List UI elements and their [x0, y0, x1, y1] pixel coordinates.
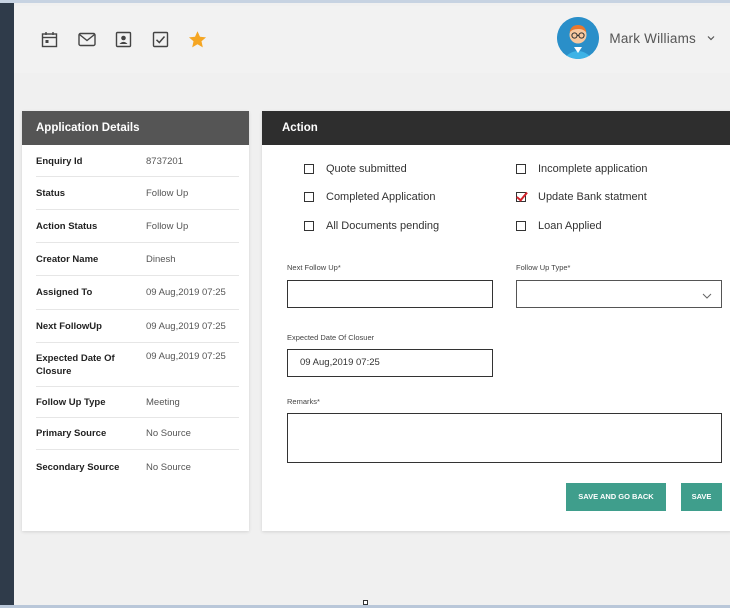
follow-up-type-select[interactable]: [516, 280, 722, 308]
detail-value: No Source: [146, 428, 191, 439]
checkbox-loan-applied[interactable]: Loan Applied: [516, 220, 602, 232]
star-icon[interactable]: [188, 30, 207, 49]
checkbox[interactable]: [304, 192, 314, 202]
detail-row-enquiry-id: Enquiry Id 8737201: [36, 147, 239, 177]
detail-label: Action Status: [36, 220, 98, 232]
checkbox-completed-application[interactable]: Completed Application: [304, 191, 435, 203]
top-icon-bar: [40, 30, 207, 49]
detail-value: Follow Up: [146, 187, 189, 199]
action-panel: Action Quote submitted Incomplete applic…: [262, 111, 730, 531]
detail-label: Assigned To: [36, 287, 93, 298]
checkbox[interactable]: [516, 164, 526, 174]
expected-closure-label: Expected Date Of Closuer: [287, 333, 375, 342]
next-follow-up-label: Next Follow Up*: [287, 263, 341, 272]
detail-label: Follow Up Type: [36, 396, 106, 408]
detail-row-assigned-to: Assigned To 09 Aug,2019 07:25: [36, 276, 239, 310]
detail-value: Follow Up: [146, 220, 189, 232]
detail-value: 09 Aug,2019 07:25: [146, 351, 226, 362]
detail-row-creator-name: Creator Name Dinesh: [36, 243, 239, 276]
checkbox-incomplete-application[interactable]: Incomplete application: [516, 163, 647, 175]
checkbox[interactable]: [516, 221, 526, 231]
left-sidebar: [0, 3, 14, 605]
checkbox-all-documents-pending[interactable]: All Documents pending: [304, 220, 439, 232]
checkbox-checked[interactable]: [516, 192, 526, 202]
detail-label: Enquiry Id: [36, 156, 83, 167]
detail-value: No Source: [146, 461, 191, 473]
application-details-title: Application Details: [22, 111, 249, 145]
expected-closure-input[interactable]: 09 Aug,2019 07:25: [287, 349, 493, 377]
detail-label: Creator Name: [36, 253, 99, 265]
checkbox-label: Loan Applied: [538, 220, 602, 232]
checkbox-label: Completed Application: [326, 191, 436, 203]
user-menu[interactable]: Mark Williams: [557, 17, 716, 59]
save-and-go-back-button[interactable]: SAVE AND GO BACK: [566, 483, 666, 511]
calendar-icon[interactable]: [40, 30, 59, 49]
save-button[interactable]: SAVE: [681, 483, 722, 511]
detail-row-expected-closure: Expected Date Of Closure 09 Aug,2019 07:…: [36, 343, 239, 387]
detail-label: Expected Date Of Closure: [36, 352, 115, 377]
checkbox[interactable]: [304, 164, 314, 174]
details-list: Enquiry Id 8737201 Status Follow Up Acti…: [22, 145, 249, 484]
detail-row-primary-source: Primary Source No Source: [36, 418, 239, 450]
user-name[interactable]: Mark Williams: [609, 31, 696, 46]
detail-row-status: Status Follow Up: [36, 177, 239, 210]
resize-handle[interactable]: [363, 600, 368, 605]
detail-value: Dinesh: [146, 253, 176, 265]
application-details-panel: Application Details Enquiry Id 8737201 S…: [22, 111, 249, 531]
main-content: Application Details Enquiry Id 8737201 S…: [14, 73, 730, 605]
remarks-textarea[interactable]: [287, 413, 722, 463]
detail-label: Status: [36, 187, 66, 199]
detail-value: 09 Aug,2019 07:25: [146, 320, 226, 332]
checkbox[interactable]: [304, 221, 314, 231]
checkbox-update-bank-statement[interactable]: Update Bank statment: [516, 191, 647, 203]
checkbox-label: All Documents pending: [326, 220, 440, 232]
detail-value: 09 Aug,2019 07:25: [146, 287, 226, 298]
detail-row-action-status: Action Status Follow Up: [36, 210, 239, 243]
checkbox-label: Incomplete application: [538, 163, 648, 175]
detail-row-secondary-source: Secondary Source No Source: [36, 450, 239, 484]
checkbox-quote-submitted[interactable]: Quote submitted: [304, 163, 407, 175]
chevron-down-icon[interactable]: [701, 287, 713, 299]
chevron-down-icon[interactable]: [706, 29, 716, 47]
detail-row-follow-up-type: Follow Up Type Meeting: [36, 387, 239, 418]
app-frame: Mark Williams Application Details Enquir…: [0, 0, 730, 605]
next-follow-up-input[interactable]: [287, 280, 493, 308]
top-bar: Mark Williams: [14, 6, 730, 73]
follow-up-type-label: Follow Up Type*: [516, 263, 571, 272]
checkbox-label: Quote submitted: [326, 163, 407, 175]
detail-row-next-followup: Next FollowUp 09 Aug,2019 07:25: [36, 310, 239, 343]
detail-value: 8737201: [146, 156, 183, 167]
detail-label: Next FollowUp: [36, 320, 102, 332]
contact-icon[interactable]: [114, 30, 133, 49]
action-title: Action: [262, 111, 730, 145]
detail-label: Secondary Source: [36, 461, 120, 473]
detail-label: Primary Source: [36, 428, 107, 439]
detail-value: Meeting: [146, 396, 180, 408]
avatar: [557, 17, 600, 59]
checkbox-icon[interactable]: [151, 30, 170, 49]
mail-icon[interactable]: [77, 30, 96, 49]
checkbox-label: Update Bank statment: [538, 191, 647, 203]
remarks-label: Remarks*: [287, 397, 320, 406]
